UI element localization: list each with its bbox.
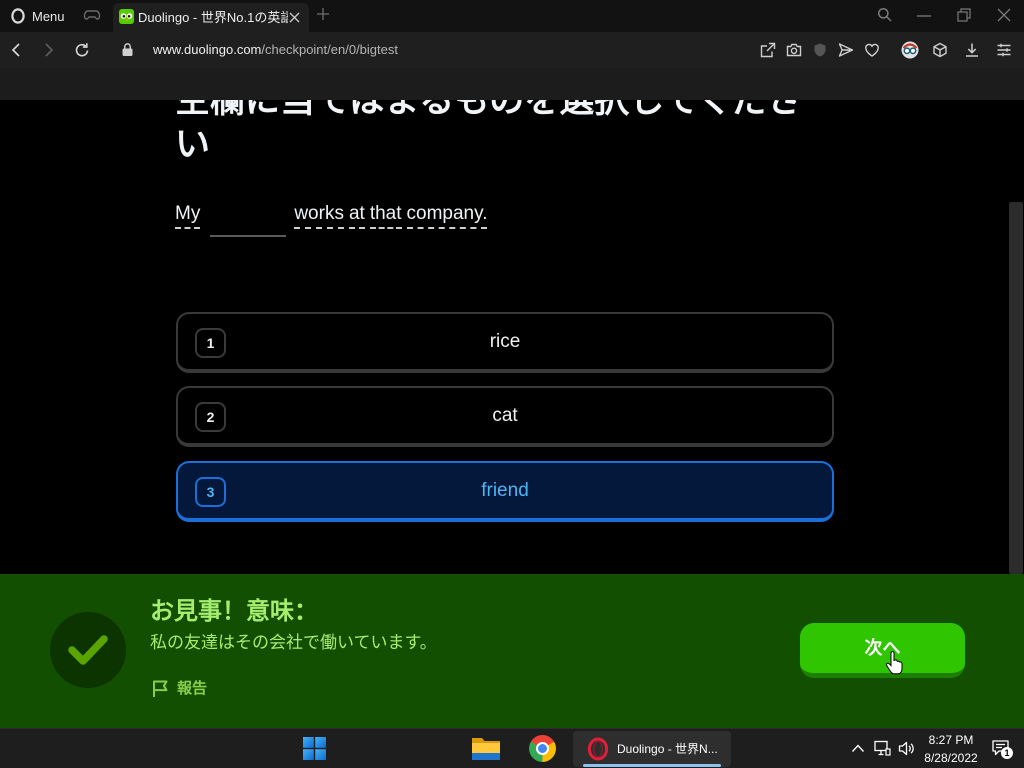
tab-close-icon[interactable] <box>289 12 300 23</box>
taskbar-opera-window[interactable]: Duolingo - 世界N... <box>573 731 731 767</box>
close-window-icon[interactable] <box>997 8 1011 22</box>
tab-bar: Menu Duolingo - 世界No.1の英語 <box>0 0 1024 32</box>
active-window-indicator <box>583 764 721 767</box>
cube-icon[interactable] <box>932 42 948 58</box>
show-hidden-icons-chevron-icon[interactable] <box>851 743 865 753</box>
share-icon[interactable] <box>760 42 776 58</box>
feedback-translation: 私の友達はその会社で働いています。 <box>150 633 437 652</box>
tab-title: Duolingo - 世界No.1の英語 <box>138 10 288 25</box>
taskbar-window-label: Duolingo - 世界N... <box>617 742 718 756</box>
camera-icon[interactable] <box>786 42 802 58</box>
opera-gx-icon <box>587 737 609 761</box>
answer-option[interactable]: 2 cat <box>176 386 834 447</box>
lock-icon[interactable] <box>122 43 133 56</box>
forward-icon[interactable] <box>44 43 54 57</box>
volume-icon[interactable] <box>898 740 915 757</box>
new-tab-icon[interactable] <box>317 8 329 20</box>
network-icon[interactable] <box>874 740 891 757</box>
answer-option[interactable]: 1 rice <box>176 312 834 373</box>
back-icon[interactable] <box>11 43 21 57</box>
heart-icon[interactable] <box>864 42 880 58</box>
search-tabs-icon[interactable] <box>877 7 892 22</box>
clock-date: 8/28/2022 <box>924 751 978 765</box>
report-button[interactable]: 報告 <box>150 678 220 700</box>
opera-logo-icon <box>11 8 25 24</box>
clock-time: 8:27 PM <box>928 733 974 747</box>
sentence-word[interactable]: that <box>369 202 402 229</box>
mouse-pointer-icon <box>886 651 903 675</box>
minimize-icon[interactable] <box>917 15 931 17</box>
sentence-word[interactable]: company. <box>406 202 488 229</box>
page-top-bar <box>0 68 1024 100</box>
download-icon[interactable] <box>964 42 980 58</box>
feedback-title: お見事！意味： <box>150 598 318 625</box>
option-label: friend <box>481 480 529 501</box>
shield-icon[interactable] <box>812 42 828 58</box>
gamepad-icon[interactable] <box>83 9 101 23</box>
reload-icon[interactable] <box>74 42 90 58</box>
profile-avatar-icon[interactable] <box>901 41 919 59</box>
taskbar: Duolingo - 世界N... 8:27 PM 8/28/2022 1 <box>0 728 1024 768</box>
notification-count-badge: 1 <box>1001 747 1013 759</box>
page-scrollbar-thumb[interactable] <box>1009 202 1023 574</box>
file-explorer-icon[interactable] <box>471 736 501 761</box>
url-domain: www.duolingo.com <box>153 42 262 57</box>
url-path: /checkpoint/en/0/bigtest <box>261 42 398 57</box>
url-field[interactable]: www.duolingo.com/checkpoint/en/0/bigtest <box>153 42 398 58</box>
check-badge <box>50 612 126 688</box>
option-label: rice <box>489 331 521 352</box>
address-bar: www.duolingo.com/checkpoint/en/0/bigtest <box>0 32 1024 68</box>
send-icon[interactable] <box>838 42 854 58</box>
report-label: 報告 <box>177 680 208 697</box>
checkmark-icon <box>68 635 108 665</box>
answer-blank <box>210 202 287 237</box>
page-viewport: 空欄に当てはまるものを選択してください My works at that com… <box>0 68 1024 728</box>
sentence-word[interactable]: at <box>348 202 365 229</box>
restore-icon[interactable] <box>957 8 971 22</box>
challenge-sentence: My works at that company. <box>175 202 492 237</box>
chrome-icon[interactable] <box>529 735 556 762</box>
flag-icon <box>153 680 168 697</box>
sentence-word[interactable]: My <box>175 202 201 229</box>
chrome-icon-center <box>536 742 549 755</box>
menu-label: Menu <box>32 9 65 24</box>
windows-start-icon[interactable] <box>303 737 326 760</box>
option-label: cat <box>492 405 518 426</box>
sentence-word[interactable]: works <box>294 202 344 229</box>
active-tab[interactable]: Duolingo - 世界No.1の英語 <box>113 3 309 32</box>
notification-center-button[interactable]: 1 <box>991 739 1013 759</box>
duolingo-favicon-icon <box>119 9 134 24</box>
correct-feedback-banner: お見事！意味： 私の友達はその会社で働いています。 報告 次へ <box>0 574 1024 728</box>
easy-setup-icon[interactable] <box>996 42 1012 58</box>
continue-button[interactable]: 次へ <box>800 623 965 678</box>
answer-option[interactable]: 3 friend <box>176 461 834 522</box>
opera-menu-button[interactable]: Menu <box>6 4 68 28</box>
